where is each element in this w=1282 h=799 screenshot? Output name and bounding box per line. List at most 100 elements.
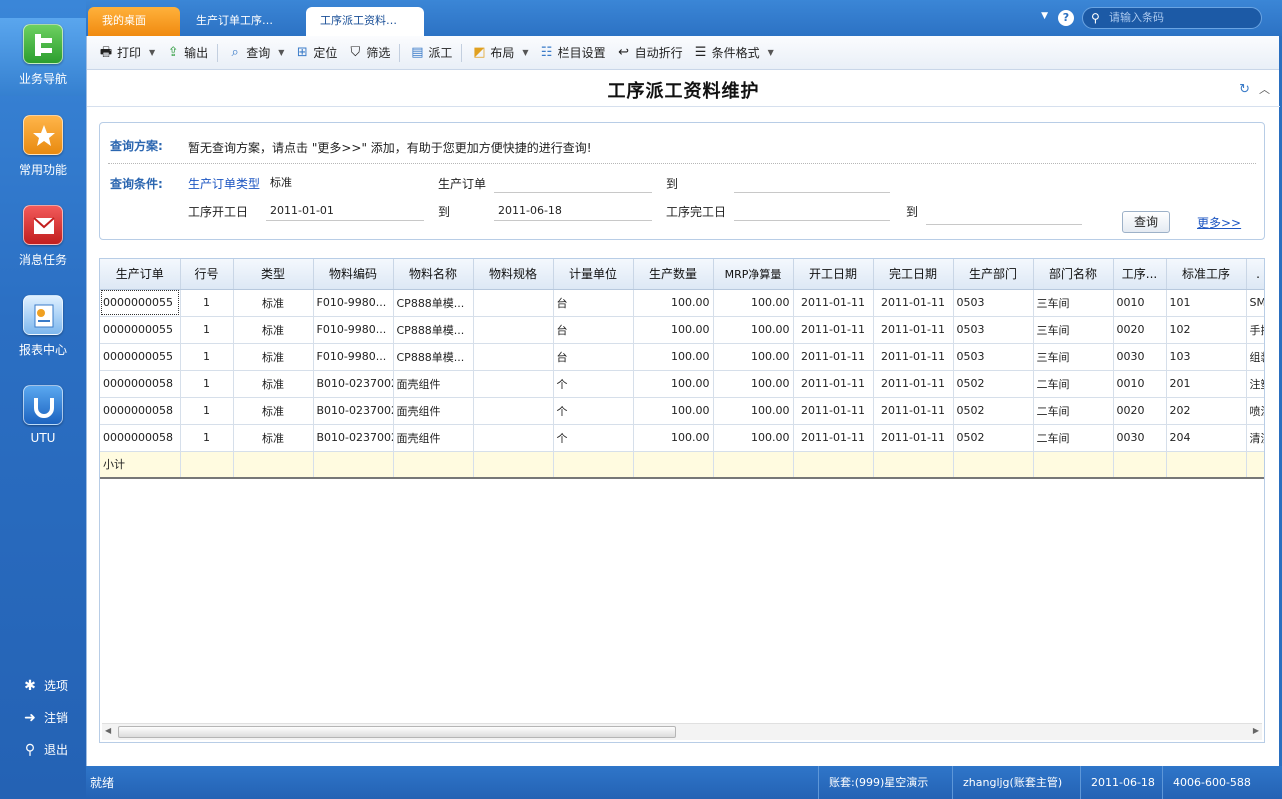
table-cell[interactable]: 0000000055	[100, 289, 181, 317]
table-row[interactable]: 0000000058 1 标准 B010-0237002 面壳组件个 100.00 100.…	[100, 397, 1264, 425]
table-cell[interactable]: 101	[1166, 289, 1247, 317]
table-cell[interactable]: 喷涂	[1246, 397, 1264, 425]
table-cell[interactable]: 标准	[233, 370, 314, 398]
table-cell[interactable]: 2011-01-11	[873, 397, 954, 425]
table-cell[interactable]: 2011-01-11	[793, 424, 874, 452]
column-header[interactable]: 标准工序	[1166, 259, 1247, 290]
table-cell[interactable]: 100.00	[633, 343, 714, 371]
table-row[interactable]: 0000000055 1 标准 F010-9980... CP888单模... 台 100.…	[100, 316, 1264, 344]
dispatch-button[interactable]: ▤ 派工	[404, 41, 457, 65]
table-cell[interactable]: 100.00	[713, 397, 794, 425]
table-cell[interactable]: 台	[553, 289, 634, 317]
query-toolbar-button[interactable]: ⌕ 查询 ▼	[222, 41, 289, 65]
horizontal-scrollbar[interactable]: ◀ ▶	[102, 723, 1262, 740]
tab-my-desktop[interactable]: 我的桌面	[88, 7, 180, 36]
table-cell[interactable]: 标准	[233, 289, 314, 317]
table-cell[interactable]: 2011-01-11	[873, 316, 954, 344]
table-cell[interactable]: 2011-01-11	[793, 289, 874, 317]
table-cell[interactable]: 0000000058	[100, 370, 181, 398]
column-header[interactable]: 物料编码	[313, 259, 394, 290]
start-date-from-field[interactable]: 2011-01-01	[266, 201, 424, 221]
column-header[interactable]: 工序...	[1113, 259, 1167, 290]
table-cell[interactable]: 注塑	[1246, 370, 1264, 398]
column-header[interactable]: .	[1246, 259, 1264, 290]
order-to-field[interactable]	[734, 173, 890, 193]
table-cell[interactable]: F010-9980...	[313, 343, 394, 371]
auto-wrap-button[interactable]: ↩ 自动折行	[611, 41, 688, 65]
table-cell[interactable]: 100.00	[713, 289, 794, 317]
chevron-down-icon[interactable]: ▼	[278, 48, 284, 57]
table-cell[interactable]: B010-0237002	[313, 397, 394, 425]
finish-date-to-field[interactable]	[926, 205, 1082, 225]
table-cell[interactable]: CP888单模...	[393, 289, 474, 317]
table-cell[interactable]: 1	[180, 316, 234, 344]
table-cell[interactable]: B010-0237002	[313, 424, 394, 452]
nav-report-center[interactable]: 报表中心	[0, 295, 86, 358]
table-cell[interactable]: 手插	[1246, 316, 1264, 344]
column-header[interactable]: MRP净算量	[713, 259, 794, 290]
refresh-icon[interactable]: ↻	[1239, 82, 1250, 97]
query-button[interactable]: 查询	[1122, 211, 1170, 233]
table-cell[interactable]: 个	[553, 397, 634, 425]
column-header[interactable]: 计量单位	[553, 259, 634, 290]
table-cell[interactable]: 0503	[953, 289, 1034, 317]
scroll-left-icon[interactable]: ◀	[105, 726, 111, 735]
table-cell[interactable]: CP888单模...	[393, 316, 474, 344]
column-header[interactable]: 生产订单	[100, 259, 181, 290]
table-cell[interactable]: 201	[1166, 370, 1247, 398]
table-cell[interactable]: B010-0237002	[313, 370, 394, 398]
table-cell[interactable]: 1	[180, 343, 234, 371]
table-cell[interactable]: 2011-01-11	[873, 424, 954, 452]
scroll-right-icon[interactable]: ▶	[1253, 726, 1259, 735]
table-cell[interactable]: 标准	[233, 397, 314, 425]
chevron-down-icon[interactable]: ▼	[768, 48, 774, 57]
table-cell[interactable]: 0010	[1113, 289, 1167, 317]
table-cell[interactable]: 2011-01-11	[793, 397, 874, 425]
table-cell[interactable]: 个	[553, 424, 634, 452]
table-cell[interactable]: 标准	[233, 316, 314, 344]
table-cell[interactable]: 100.00	[633, 370, 714, 398]
table-cell[interactable]: 三车间	[1033, 289, 1114, 317]
chevron-up-icon[interactable]: ︿	[1259, 81, 1270, 97]
column-settings-button[interactable]: ☷ 栏目设置	[534, 41, 611, 65]
nav-utu[interactable]: UTU	[0, 385, 86, 445]
table-cell[interactable]: 0502	[953, 397, 1034, 425]
nav-common-functions[interactable]: 常用功能	[0, 115, 86, 178]
table-cell[interactable]	[473, 424, 554, 452]
column-header[interactable]: 部门名称	[1033, 259, 1114, 290]
export-button[interactable]: ⇪ 输出	[160, 41, 213, 65]
table-cell[interactable]: 组装	[1246, 343, 1264, 371]
chevron-down-icon[interactable]: ▼	[149, 48, 155, 57]
table-cell[interactable]: 清洗	[1246, 424, 1264, 452]
table-cell[interactable]: 三车间	[1033, 343, 1114, 371]
table-cell[interactable]: 台	[553, 343, 634, 371]
order-from-field[interactable]	[494, 173, 652, 193]
table-cell[interactable]: 0000000055	[100, 316, 181, 344]
table-cell[interactable]: 2011-01-11	[793, 316, 874, 344]
table-row[interactable]: 0000000058 1 标准 B010-0237002 面壳组件个 100.00 100.…	[100, 370, 1264, 398]
table-cell[interactable]: 1	[180, 289, 234, 317]
table-cell[interactable]: 100.00	[633, 316, 714, 344]
table-cell[interactable]: 面壳组件	[393, 424, 474, 452]
conditional-format-button[interactable]: ☰ 条件格式 ▼	[688, 41, 779, 65]
start-date-to-field[interactable]: 2011-06-18	[494, 201, 652, 221]
table-row[interactable]: 0000000055 1 标准 F010-9980... CP888单模... 台 100.…	[100, 289, 1264, 317]
table-cell[interactable]: 2011-01-11	[873, 370, 954, 398]
table-cell[interactable]: 1	[180, 397, 234, 425]
chevron-down-icon[interactable]: ▼	[522, 48, 528, 57]
column-header[interactable]: 物料名称	[393, 259, 474, 290]
table-cell[interactable]: 0503	[953, 316, 1034, 344]
table-cell[interactable]: 100.00	[713, 370, 794, 398]
table-cell[interactable]: 二车间	[1033, 397, 1114, 425]
table-row[interactable]: 0000000055 1 标准 F010-9980... CP888单模... 台 100.…	[100, 343, 1264, 371]
locate-button[interactable]: ⊞ 定位	[289, 41, 342, 65]
column-header[interactable]: 物料规格	[473, 259, 554, 290]
table-cell[interactable]: 0502	[953, 424, 1034, 452]
table-cell[interactable]	[473, 397, 554, 425]
table-cell[interactable]: 0000000058	[100, 424, 181, 452]
table-cell[interactable]: 0030	[1113, 343, 1167, 371]
table-cell[interactable]: 204	[1166, 424, 1247, 452]
table-cell[interactable]: 102	[1166, 316, 1247, 344]
table-cell[interactable]: 二车间	[1033, 424, 1114, 452]
exit-button[interactable]: ⚲ 退出	[22, 741, 68, 758]
